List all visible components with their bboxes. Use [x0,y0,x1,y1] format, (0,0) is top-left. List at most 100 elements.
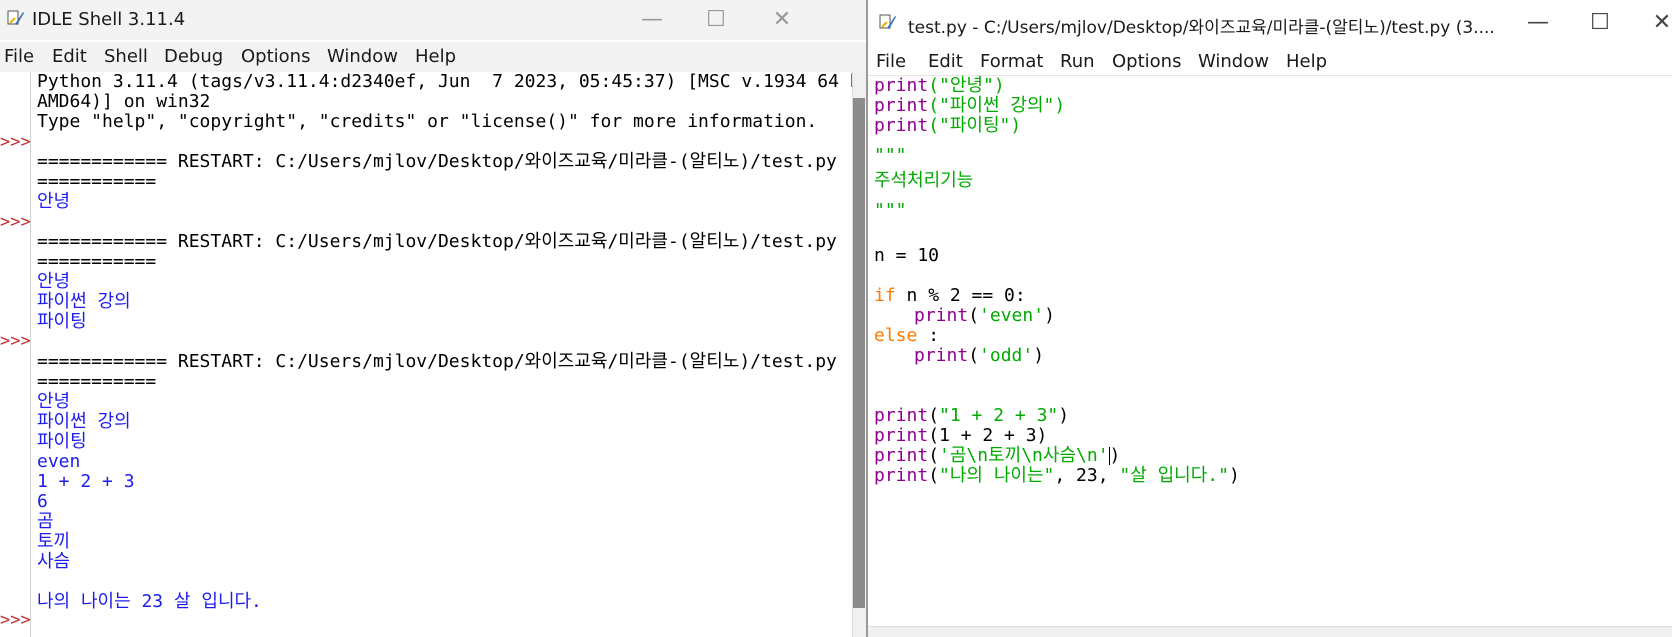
shell-prompt: >>> [0,331,31,351]
python-feather-icon [879,14,896,29]
editor-close-button[interactable]: ✕ [1628,3,1672,43]
code-string: "나의 나이는" [939,465,1055,486]
code-string: 'even' [979,305,1045,326]
shell-menubar: File Edit Shell Debug Options Window Hel… [0,42,866,72]
code-builtin: print [914,305,969,326]
shell-output-line: 6 [37,491,48,512]
shell-line: Type "help", "copyright", "credits" or "… [37,111,818,132]
shell-title: IDLE Shell 3.11.4 [32,9,186,30]
code-docstring-close: """ [874,200,907,221]
code-text: ) [1058,405,1070,426]
shell-menu-edit[interactable]: Edit [52,46,87,67]
code-line: print('even') [914,306,1055,326]
code-builtin: print [874,115,929,136]
code-line: print("1 + 2 + 3") [874,406,1069,426]
code-line: print("안녕") [874,76,1005,96]
shell-prompt: >>> [0,132,31,152]
code-builtin: print [874,75,929,96]
shell-output-line: 안녕 [37,191,71,212]
code-line: print(1 + 2 + 3) [874,426,1047,446]
editor-menu-help[interactable]: Help [1286,51,1327,72]
editor-menu-format[interactable]: Format [980,51,1043,72]
shell-minimize-button[interactable]: — [618,0,686,40]
code-text: ( [928,405,940,426]
editor-window: test.py - C:/Users/mjlov/Desktop/와이즈교육/미… [866,0,1672,637]
code-builtin: print [874,445,929,466]
code-text: ) [1109,445,1121,466]
shell-close-button[interactable]: ✕ [748,0,816,40]
code-text: : [917,325,940,346]
shell-restart-line: ============ RESTART: C:/Users/mjlov/Des… [37,151,837,172]
shell-output-line: 안녕 [37,391,71,412]
editor-menubar: File Edit Format Run Options Window Help [868,47,1672,76]
shell-output-line: 파이썬 강의 [37,291,131,312]
shell-restart-line: =========== [37,371,157,392]
editor-menu-window[interactable]: Window [1198,51,1269,72]
editor-menu-options[interactable]: Options [1112,51,1181,72]
editor-menu-edit[interactable]: Edit [928,51,963,72]
code-string: "살 입니다." [1119,465,1229,486]
code-line: print("나의 나이는", 23, "살 입니다.") [874,466,1240,486]
code-text: (1 + 2 + 3) [928,425,1048,446]
code-builtin: print [874,425,929,446]
code-keyword: else [874,325,918,346]
code-keyword: if [874,285,896,306]
shell-output-line: 파이팅 [37,431,87,452]
python-feather-icon [7,10,24,25]
shell-line: AMD64)] on win32 [37,91,211,112]
shell-output-line: 파이팅 [37,311,87,332]
shell-output-area[interactable]: >>> >>> >>> >>> Python 3.11.4 (tags/v3.1… [0,72,866,637]
editor-menu-file[interactable]: File [876,51,906,72]
code-string: ("파이썬 강의") [928,95,1066,116]
shell-output-line: 파이썬 강의 [37,411,131,432]
shell-menu-debug[interactable]: Debug [164,46,223,67]
shell-output-line: 안녕 [37,271,71,292]
code-string: '곰\n토끼\n사슴\n' [939,445,1109,466]
shell-output-line: 1 + 2 + 3 [37,471,135,492]
shell-scrollbar-thumb[interactable] [853,98,865,608]
code-text: ) [1044,305,1055,326]
editor-maximize-button[interactable]: ☐ [1566,3,1634,43]
code-text: ( [928,465,940,486]
shell-menu-options[interactable]: Options [241,46,310,67]
editor-code-area[interactable]: print("안녕") print("파이썬 강의") print("파이팅")… [874,76,1672,626]
code-line: n = 10 [874,245,940,266]
shell-menu-help[interactable]: Help [415,46,456,67]
editor-minimize-button[interactable]: — [1504,3,1572,43]
shell-menu-window[interactable]: Window [327,46,398,67]
shell-restart-line: =========== [37,171,157,192]
code-text: ( [968,305,980,326]
shell-output-line: 곰 [37,511,54,532]
code-builtin: print [874,465,929,486]
shell-output-line: 사슴 [37,551,71,572]
code-text: ) [1033,345,1045,366]
shell-prompt: >>> [0,610,31,630]
code-builtin: print [874,95,929,116]
code-line: print('odd') [914,346,1044,366]
shell-prompt-sidebar: >>> >>> >>> >>> [0,72,31,637]
code-string: 'odd' [979,345,1034,366]
shell-menu-file[interactable]: File [4,46,34,67]
code-text: ) [1228,465,1240,486]
editor-horizontal-scrollbar[interactable] [868,626,1672,637]
code-builtin: print [874,405,929,426]
code-string: "1 + 2 + 3" [939,405,1059,426]
code-text: , 23, [1054,465,1120,486]
code-line: print("파이썬 강의") [874,96,1065,116]
shell-maximize-button[interactable]: ☐ [682,0,750,40]
shell-output-line: even [37,451,81,472]
shell-restart-line: ============ RESTART: C:/Users/mjlov/Des… [37,231,837,252]
shell-output-line: 나의 나이는 23 살 입니다. [37,591,262,612]
shell-menu-shell[interactable]: Shell [104,46,148,67]
code-line: print('곰\n토끼\n사슴\n') [874,446,1120,466]
idle-shell-window: IDLE Shell 3.11.4 — ☐ ✕ File Edit Shell … [0,0,866,637]
editor-title: test.py - C:/Users/mjlov/Desktop/와이즈교육/미… [908,18,1495,38]
code-text: ( [968,345,980,366]
shell-titlebar[interactable]: IDLE Shell 3.11.4 — ☐ ✕ [0,0,866,40]
code-text: n % 2 == 0: [895,285,1026,306]
editor-titlebar[interactable]: test.py - C:/Users/mjlov/Desktop/와이즈교육/미… [868,0,1672,44]
shell-restart-line: ============ RESTART: C:/Users/mjlov/Des… [37,351,837,372]
editor-menu-run[interactable]: Run [1060,51,1095,72]
shell-prompt: >>> [0,212,31,232]
code-line: else : [874,326,939,346]
